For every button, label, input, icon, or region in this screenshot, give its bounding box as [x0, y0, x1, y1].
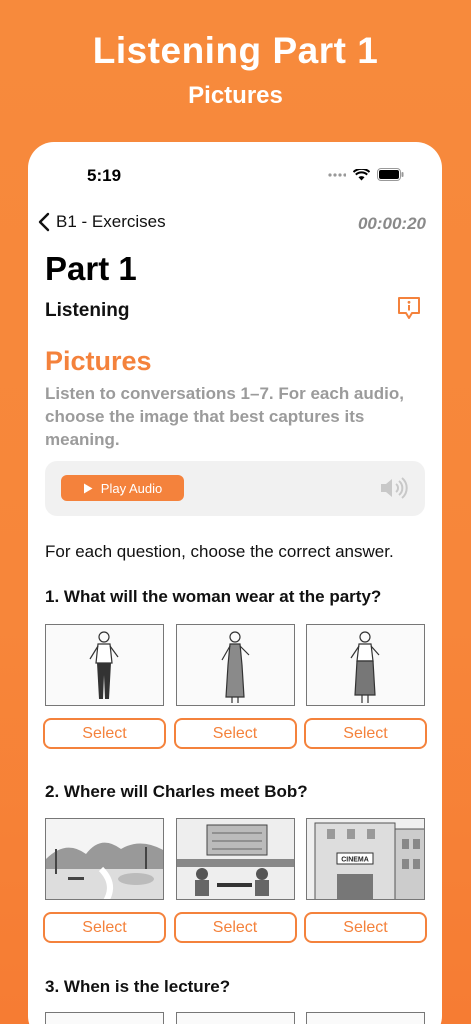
- battery-icon: [377, 168, 404, 181]
- play-audio-button[interactable]: Play Audio: [61, 475, 184, 501]
- option-1c: Select: [304, 624, 427, 749]
- status-time: 5:19: [87, 166, 122, 185]
- option-image-cinema[interactable]: CINEMA: [306, 818, 425, 900]
- page-subtitle: Listening: [45, 300, 130, 321]
- info-button[interactable]: [396, 295, 422, 326]
- promo-subtitle: Pictures: [188, 82, 283, 109]
- select-button[interactable]: Select: [43, 912, 166, 943]
- section-title: Pictures: [45, 346, 152, 376]
- option-image-dress[interactable]: [175, 624, 295, 706]
- section-instructions: Listen to conversations 1–7. For each au…: [45, 384, 404, 449]
- option-image[interactable]: [175, 1012, 295, 1024]
- instructions-prompt: For each question, choose the correct an…: [45, 542, 394, 561]
- option-2a: Select: [43, 818, 166, 943]
- option-1b: Select: [173, 624, 297, 749]
- option-image-skirt[interactable]: [306, 624, 425, 706]
- select-button[interactable]: Select: [304, 912, 427, 943]
- question-1-options: Select Select Select: [43, 624, 427, 749]
- info-bubble-icon: [398, 297, 420, 319]
- option-image-cafe[interactable]: [175, 818, 295, 900]
- play-icon: [83, 483, 93, 493]
- page-title: Part 1: [45, 250, 137, 287]
- audio-player: Play Audio: [45, 461, 425, 516]
- option-image[interactable]: [45, 1012, 164, 1024]
- select-button[interactable]: Select: [304, 718, 427, 749]
- elapsed-timer: 00:00:20: [357, 214, 426, 233]
- nav-bar: B1 - Exercises 00:00:20: [28, 212, 442, 236]
- promo-title: Listening Part 1: [92, 30, 379, 71]
- cinema-sign: CINEMA: [341, 857, 369, 864]
- option-1a: Select: [43, 624, 166, 749]
- question-2-options: Select Select CINEMA Select: [43, 818, 427, 943]
- option-image-park[interactable]: [45, 818, 164, 900]
- back-label: B1 - Exercises: [56, 212, 166, 231]
- question-1-text: 1. What will the woman wear at the party…: [45, 587, 382, 606]
- back-button[interactable]: B1 - Exercises: [38, 212, 166, 232]
- question-3-text: 3. When is the lecture?: [45, 977, 231, 996]
- question-2-text: 2. Where will Charles meet Bob?: [45, 782, 308, 801]
- select-button[interactable]: Select: [173, 718, 297, 749]
- option-image[interactable]: [306, 1012, 425, 1024]
- phone-screen: 5:19 B1 - Exercises 00:00:20 Part 1 List…: [28, 142, 442, 1024]
- volume-control[interactable]: [379, 475, 409, 506]
- option-image-trousers[interactable]: [45, 624, 164, 706]
- status-bar: 5:19: [28, 142, 442, 202]
- chevron-left-icon: [38, 212, 50, 232]
- select-button[interactable]: Select: [173, 912, 297, 943]
- option-2b: Select: [173, 818, 297, 943]
- play-audio-label: Play Audio: [100, 480, 163, 496]
- select-button[interactable]: Select: [43, 718, 166, 749]
- question-3-options: [45, 1012, 425, 1024]
- option-2c: CINEMA Select: [304, 818, 427, 943]
- wifi-icon: [353, 168, 370, 180]
- speaker-icon: [381, 477, 408, 499]
- signal-icon: [328, 172, 346, 177]
